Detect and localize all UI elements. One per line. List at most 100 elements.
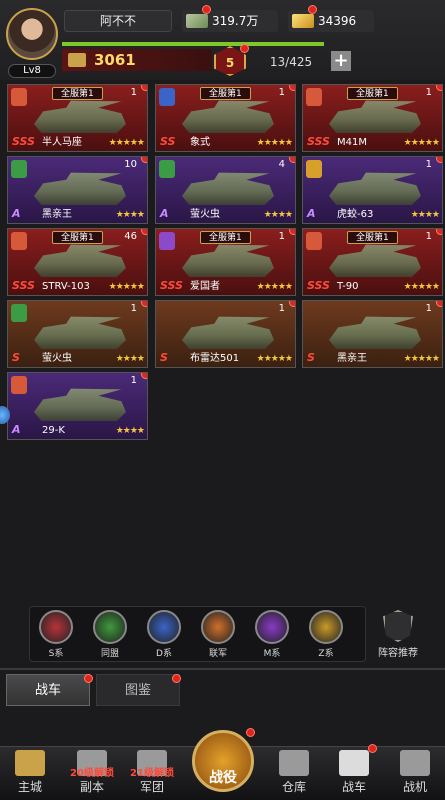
faction-emblem-icon [11,232,27,250]
nav-legion[interactable]: 21级解锁 军团 [122,750,182,795]
faction-filter-icon [201,610,235,644]
filter-button[interactable]: S系 [34,610,78,659]
star-rating: ★★★★★ [403,282,440,292]
rarity-label: SSS [12,279,35,292]
star-rating: ★★★★★ [403,354,440,364]
vehicle-count: 1 [130,87,137,98]
nav-tanks[interactable]: 战车 [324,750,384,795]
filter-button[interactable]: Z系 [304,610,348,659]
vehicle-count: 1 [425,231,432,242]
faction-emblem-icon [306,88,322,106]
vehicle-card[interactable]: 全服第1 1 SSS 爱国者 ★★★★★ [155,228,296,296]
nav-legion-label: 军团 [139,780,164,794]
money-resource[interactable]: 319.7万 [182,10,278,32]
vehicle-count: 1 [130,375,137,386]
vehicle-count: 1 [278,231,285,242]
vehicle-card[interactable]: 1 S 萤火虫 ★★★★ [7,300,148,368]
vehicle-name: 半人马座 [42,137,82,148]
tank-image [329,100,421,133]
vehicle-card[interactable]: 1 S 黑亲王 ★★★★★ [302,300,443,368]
nav-warehouse[interactable]: 仓库 [264,750,324,795]
tab-tanks[interactable]: 战车 [6,674,90,706]
rarity-label: A [160,207,169,220]
vehicle-card[interactable]: 全服第1 1 SSS 半人马座 ★★★★★ [7,84,148,152]
lineup-recommend-button[interactable]: 阵容推荐 [372,610,424,659]
tank-image [329,316,421,349]
faction-emblem-icon [11,304,27,322]
faction-emblem-icon [11,88,27,106]
faction-emblem-icon [159,232,175,250]
filter-label: 同盟 [100,649,119,659]
vehicle-count: 1 [130,303,137,314]
vehicle-card[interactable]: 4 A 萤火虫 ★★★★ [155,156,296,224]
rarity-label: SSS [160,279,183,292]
recommend-label: 阵容推荐 [378,648,418,659]
nav-aircraft[interactable]: 战机 [385,750,445,795]
star-rating: ★★★★ [115,426,145,436]
filter-button[interactable]: D系 [142,610,186,659]
card-notification-dot [289,85,295,91]
server-rank-badge: 全服第1 [347,87,398,100]
rarity-label: SS [160,135,176,148]
vehicle-card[interactable]: 全服第1 1 SSS M41M ★★★★★ [302,84,443,152]
vehicle-card[interactable]: 1 A 29-K ★★★★ [7,372,148,440]
nav-main-city-label: 主城 [17,780,42,794]
player-name[interactable]: 阿不不 [64,10,172,32]
player-avatar[interactable] [6,8,58,60]
tab-codex[interactable]: 图鉴 [96,674,180,706]
star-rating: ★★★★★ [403,138,440,148]
nav-battle[interactable]: 战役 [192,730,254,792]
rarity-label: A [12,423,21,436]
tank-image [34,100,126,133]
city-icon [15,750,45,776]
filter-button[interactable]: 同盟 [88,610,132,659]
vehicle-name: 黑亲王 [42,209,72,220]
nav-copy[interactable]: 20级解锁 副本 [62,750,122,795]
star-rating: ★★★★ [263,210,293,220]
tank-image [34,316,126,349]
card-notification-dot [289,301,295,307]
faction-emblem-icon [11,376,27,394]
garage-capacity: 13/425 [269,55,313,69]
divider [0,668,445,670]
star-rating: ★★★★★ [108,282,145,292]
rarity-label: S [307,351,315,364]
card-notification-dot [436,157,442,163]
card-notification-dot [141,229,147,235]
filter-button[interactable]: M系 [250,610,294,659]
shield-icon [383,610,413,642]
faction-emblem-icon [159,160,175,178]
nav-copy-label: 副本 [79,780,104,794]
card-notification-dot [436,301,442,307]
vehicle-card[interactable]: 1 A 虎蛟-63 ★★★★ [302,156,443,224]
nav-aircraft-label: 战机 [402,780,427,794]
vehicle-card[interactable]: 全服第1 46 SSS STRV-103 ★★★★★ [7,228,148,296]
expand-capacity-button[interactable]: + [331,51,351,71]
card-notification-dot [141,373,147,379]
vehicle-card[interactable]: 全服第1 1 SSS T-90 ★★★★★ [302,228,443,296]
nav-main-city[interactable]: 主城 [0,750,60,795]
vehicle-card[interactable]: 1 S 布雷达501 ★★★★★ [155,300,296,368]
star-rating: ★★★★ [115,210,145,220]
rarity-label: SSS [307,279,330,292]
filter-label: D系 [156,649,172,659]
gold-resource[interactable]: 34396 [288,10,374,32]
vehicle-count: 4 [278,159,285,170]
vehicle-card[interactable]: 10 A 黑亲王 ★★★★ [7,156,148,224]
tank-image [34,388,126,421]
star-rating: ★★★★★ [256,282,293,292]
tank-image [34,244,126,277]
star-rating: ★★★★ [410,210,440,220]
faction-filter-icon [147,610,181,644]
cash-icon [186,13,208,28]
vehicle-count: 1 [425,303,432,314]
faction-filter-icon [39,610,73,644]
rarity-label: A [307,207,316,220]
rarity-label: A [12,207,21,220]
vehicle-count: 10 [124,159,137,170]
vehicle-count: 1 [278,87,285,98]
server-rank-badge: 全服第1 [200,87,251,100]
faction-emblem-icon [11,160,27,178]
filter-button[interactable]: 联军 [196,610,240,659]
vehicle-card[interactable]: 全服第1 1 SS 象式 ★★★★★ [155,84,296,152]
